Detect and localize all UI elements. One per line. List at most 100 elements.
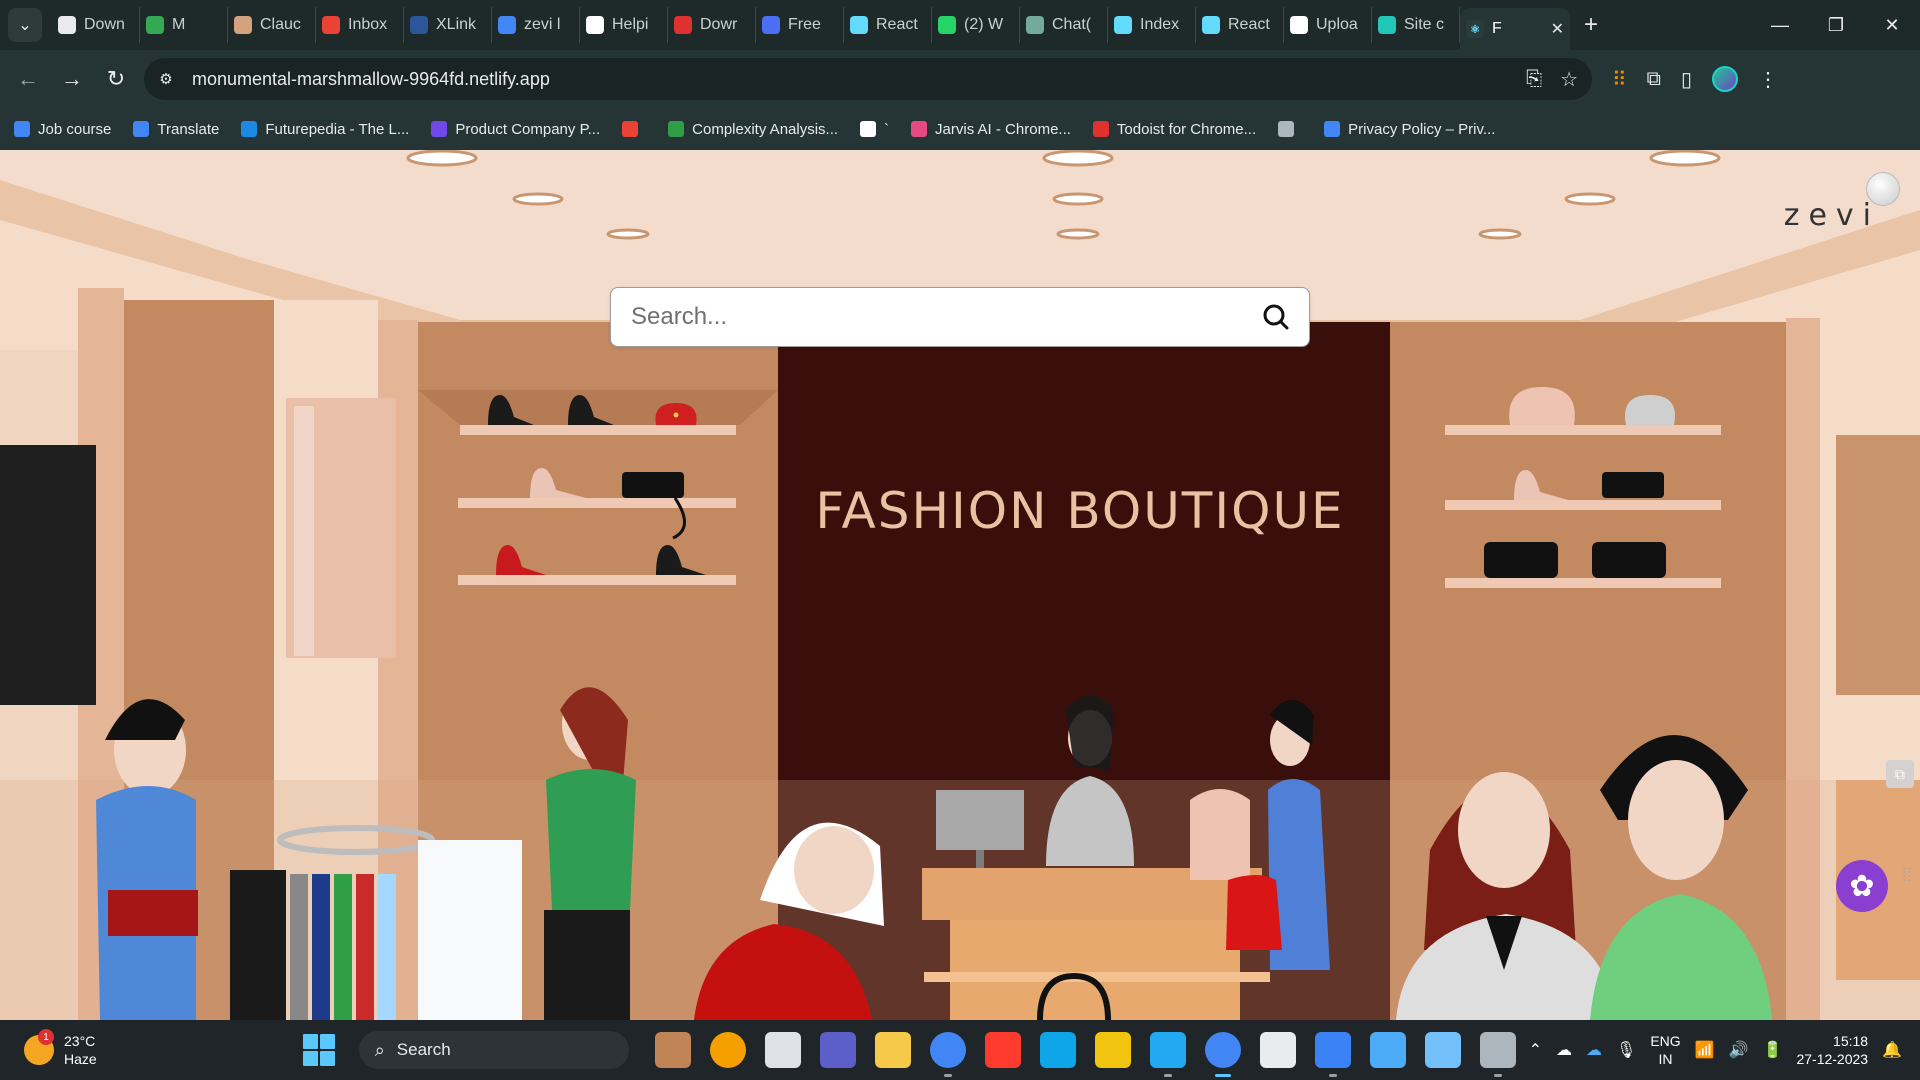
tab-13[interactable]: React: [1196, 7, 1284, 43]
app-arrow-icon[interactable]: [1424, 1032, 1461, 1068]
extensions-icon[interactable]: ⧉: [1647, 68, 1661, 91]
search-icon[interactable]: [1261, 302, 1291, 332]
volume-icon[interactable]: 🔊: [1729, 1040, 1749, 1060]
tab-10[interactable]: (2) W: [932, 7, 1020, 43]
bookmark-label: Job course: [38, 120, 112, 138]
bookmark-item[interactable]: Futurepedia - The L...: [241, 121, 409, 138]
url-text[interactable]: monumental-marshmallow-9964fd.netlify.ap…: [192, 69, 550, 90]
task-view-icon[interactable]: [764, 1032, 801, 1068]
tab-active[interactable]: ⚛ F ✕: [1460, 8, 1570, 50]
bookmark-star-icon[interactable]: ☆: [1560, 67, 1578, 92]
windows-logo-tile: [319, 1034, 335, 1049]
tab-2[interactable]: Clauc: [228, 7, 316, 43]
search-input[interactable]: [631, 303, 1231, 331]
bookmark-favicon-icon: [1278, 121, 1295, 137]
tab-label: Down: [84, 16, 125, 33]
chrome-app-icon[interactable]: [929, 1032, 966, 1077]
clock[interactable]: 15:18 27-12-2023: [1796, 1032, 1868, 1068]
close-tab-icon[interactable]: ✕: [1551, 19, 1564, 39]
language-indicator[interactable]: ENG IN: [1650, 1032, 1680, 1068]
tab-14[interactable]: Uploa: [1284, 7, 1372, 43]
minimize-button[interactable]: —: [1752, 0, 1808, 50]
snipping-tool-icon[interactable]: [1259, 1032, 1296, 1068]
bookmark-favicon-icon: [133, 121, 150, 137]
tab-5[interactable]: zevi l: [492, 7, 580, 43]
store-app-icon[interactable]: [1094, 1032, 1131, 1068]
start-button[interactable]: [302, 1034, 335, 1066]
tab-4[interactable]: XLink: [404, 7, 492, 43]
chatgpt-icon: [1026, 16, 1044, 34]
bookmark-favicon-icon: [911, 121, 928, 137]
bookmark-item[interactable]: Privacy Policy – Priv...: [1324, 121, 1495, 138]
tab-0[interactable]: Down: [52, 7, 140, 43]
bookmark-item[interactable]: Job course: [14, 121, 111, 138]
reload-button[interactable]: ↻: [94, 57, 138, 101]
weather-widget[interactable]: 1 23°C Haze: [24, 1029, 97, 1068]
bookmark-favicon-icon: [860, 121, 877, 137]
react-icon: ⚛: [1466, 20, 1484, 38]
tab-1[interactable]: M: [140, 7, 228, 43]
weather-desc: Haze: [64, 1051, 97, 1067]
bookmark-item[interactable]: [1278, 121, 1302, 137]
battery-icon[interactable]: 🔋: [1763, 1040, 1783, 1060]
tab-9[interactable]: React: [844, 7, 932, 43]
tab-label: Site c: [1404, 16, 1445, 33]
search-bar[interactable]: [610, 287, 1310, 347]
file-explorer-icon[interactable]: [874, 1032, 911, 1068]
bookmark-item[interactable]: `: [860, 121, 889, 138]
back-button[interactable]: ←: [6, 57, 50, 101]
weather-sun-icon: 1: [24, 1029, 54, 1065]
profile-avatar[interactable]: [1711, 66, 1738, 92]
chrome-canary-app-icon[interactable]: [709, 1032, 746, 1068]
close-window-button[interactable]: ✕: [1864, 0, 1920, 50]
tab-7[interactable]: Dowr: [668, 7, 756, 43]
bookmark-favicon-icon: [1092, 121, 1109, 137]
microphone-icon[interactable]: 🎙: [1616, 1040, 1636, 1060]
tab-6[interactable]: Helpi: [580, 7, 668, 43]
widget-app-icon[interactable]: [654, 1032, 691, 1068]
address-bar[interactable]: ⚙ monumental-marshmallow-9964fd.netlify.…: [144, 58, 1592, 100]
bookmark-item[interactable]: Product Company P...: [431, 121, 600, 138]
site-info-icon[interactable]: ⚙: [150, 63, 182, 95]
tab-12[interactable]: Index: [1108, 7, 1196, 43]
bookmark-item[interactable]: Todoist for Chrome...: [1092, 121, 1256, 138]
whatsapp-icon: [938, 16, 956, 34]
tab-15[interactable]: Site c: [1372, 7, 1460, 43]
side-panel-icon[interactable]: ▯: [1681, 67, 1692, 92]
bookmark-item[interactable]: [622, 121, 646, 137]
vscode-app-icon[interactable]: [1149, 1032, 1186, 1077]
onedrive-icon[interactable]: ☁: [1586, 1040, 1602, 1060]
bookmark-favicon-icon: [14, 121, 30, 137]
app-red-diamond-icon[interactable]: [984, 1032, 1021, 1068]
screenshot-extension-icon[interactable]: ⧉: [1886, 760, 1914, 788]
onedrive-error-icon[interactable]: ☁: [1556, 1040, 1572, 1060]
bookmark-item[interactable]: Jarvis AI - Chrome...: [911, 121, 1071, 138]
forward-button[interactable]: →: [50, 57, 94, 101]
apps-grid-icon[interactable]: ⠿: [1612, 67, 1627, 92]
chevron-up-icon[interactable]: ⌃: [1529, 1040, 1542, 1060]
notepad-app-icon[interactable]: [1369, 1032, 1406, 1068]
wifi-icon[interactable]: 📶: [1695, 1040, 1715, 1060]
tab-label: React: [876, 16, 918, 33]
flower-widget-icon[interactable]: ✿: [1836, 860, 1888, 912]
tab-8[interactable]: Free: [756, 7, 844, 43]
menu-kebab-icon[interactable]: ⋮: [1758, 67, 1778, 92]
drag-handle-icon[interactable]: ⁞⁞: [1902, 866, 1912, 884]
tab-search-button[interactable]: ⌄: [8, 8, 42, 42]
restore-button[interactable]: ❐: [1808, 0, 1864, 50]
bookmark-item[interactable]: Translate: [133, 121, 219, 138]
notification-bell-icon[interactable]: 🔔: [1882, 1040, 1902, 1060]
tab-3[interactable]: Inbox: [316, 7, 404, 43]
terminal-app-icon[interactable]: [1479, 1032, 1516, 1077]
bookmark-item[interactable]: Complexity Analysis...: [668, 121, 838, 138]
tab-11[interactable]: Chat(: [1020, 7, 1108, 43]
chrome-active-app-icon[interactable]: [1204, 1032, 1241, 1077]
notification-badge: 1: [38, 1029, 54, 1045]
edge-app-icon[interactable]: [1039, 1032, 1076, 1068]
taskbar-search[interactable]: ⌕ Search: [358, 1031, 629, 1069]
new-tab-button[interactable]: +: [1584, 11, 1598, 39]
install-app-icon[interactable]: ⎘: [1526, 68, 1542, 91]
brand-logo[interactable]: zevi: [1784, 198, 1880, 233]
photos-app-icon[interactable]: [1314, 1032, 1351, 1077]
teams-app-icon[interactable]: [819, 1032, 856, 1068]
